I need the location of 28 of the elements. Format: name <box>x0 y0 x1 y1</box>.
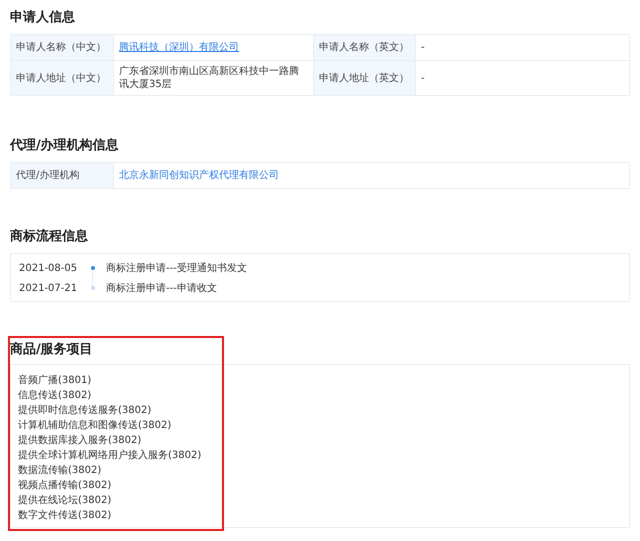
company-link[interactable]: 北京永新同创知识产权代理有限公司 <box>119 169 279 182</box>
field-label: 代理/办理机构 <box>16 169 80 182</box>
goods-item: 音频广播(3801) <box>18 374 92 388</box>
section-title: 商标流程信息 <box>10 228 89 246</box>
goods-item: 视频点播传输(3802) <box>18 478 112 493</box>
goods-item: 计算机辅助信息和图像传送(3802) <box>18 418 172 433</box>
field-value: - <box>421 72 425 84</box>
goods-item: 提供全球计算机网络用户接入服务(3802) <box>18 448 202 463</box>
section-title: 代理/办理机构信息 <box>10 137 120 155</box>
field-label: 申请人地址（英文） <box>319 72 409 84</box>
goods-item: 信息传送(3802) <box>18 388 92 403</box>
field-value: - <box>421 41 425 54</box>
field-label: 申请人名称（中文） <box>16 41 106 54</box>
event-text: 商标注册申请---申请收文 <box>106 282 217 295</box>
section-title: 商品/服务项目 <box>10 340 94 359</box>
event-text: 商标注册申请---受理通知书发文 <box>106 262 247 275</box>
goods-item: 提供在线论坛(3802) <box>18 494 112 508</box>
goods-item: 数字文件传送(3802) <box>18 508 112 523</box>
goods-item: 数据流传输(3802) <box>18 464 102 478</box>
goods-item: 提供即时信息传送服务(3802) <box>18 404 152 418</box>
company-link[interactable]: 腾讯科技（深圳）有限公司 <box>119 41 239 54</box>
field-label: 申请人名称（英文） <box>319 41 409 54</box>
section-title: 申请人信息 <box>10 9 76 27</box>
field-value: 广东省深圳市南山区高新区科技中一路腾讯大厦35层 <box>119 65 300 91</box>
event-date: 2021-07-21 <box>19 282 78 294</box>
goods-item: 提供数据库接入服务(3802) <box>18 434 142 448</box>
field-label: 申请人地址（中文） <box>16 72 106 84</box>
event-date: 2021-08-05 <box>19 262 78 274</box>
